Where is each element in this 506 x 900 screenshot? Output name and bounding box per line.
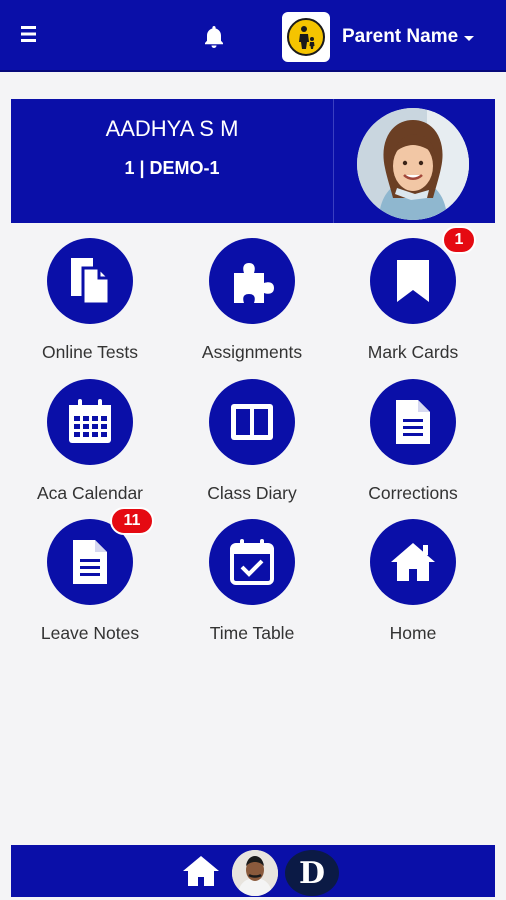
tile-online-tests[interactable]: Online Tests — [20, 238, 160, 378]
tile-mark-cards[interactable]: Mark Cards — [343, 238, 483, 378]
puzzle-icon — [209, 238, 295, 324]
chevron-down-icon — [464, 35, 475, 41]
student-name: AADHYA S M — [105, 116, 239, 141]
tile-assignments[interactable]: Assignments — [182, 238, 322, 378]
tile-aca-calendar[interactable]: Aca Calendar — [20, 379, 160, 519]
tile-label: Aca Calendar — [36, 483, 144, 503]
file-text-icon — [370, 379, 456, 465]
brand-logo[interactable]: D — [285, 850, 339, 896]
bookmark-icon — [370, 238, 456, 324]
tile-label: Corrections — [368, 483, 458, 503]
divider — [333, 99, 334, 223]
tile-label: Leave Notes — [40, 623, 140, 643]
calendar-check-icon — [209, 519, 295, 605]
bell-icon[interactable] — [202, 24, 226, 50]
home-icon[interactable] — [181, 854, 221, 888]
tile-label: Home — [389, 623, 437, 643]
tile-label: Online Tests — [42, 342, 138, 362]
tile-home[interactable]: Home — [343, 519, 483, 659]
notification-badge: 1 — [442, 226, 476, 254]
tile-label: Class Diary — [207, 483, 297, 503]
tile-class-diary[interactable]: Class Diary — [182, 379, 322, 519]
notification-badge: 11 — [110, 507, 154, 535]
tile-time-table[interactable]: Time Table — [182, 519, 322, 659]
tile-corrections[interactable]: Corrections — [343, 379, 483, 519]
user-avatar[interactable] — [232, 850, 278, 896]
tile-leave-notes[interactable]: Leave Notes — [20, 519, 160, 659]
calendar-icon — [47, 379, 133, 465]
book-columns-icon — [209, 379, 295, 465]
tile-label: Mark Cards — [367, 342, 459, 362]
parent-name-dropdown[interactable]: Parent Name — [342, 26, 475, 48]
parent-name-label: Parent Name — [342, 26, 459, 47]
school-logo — [282, 12, 330, 62]
student-class-section: 1 | DEMO-1 — [124, 158, 220, 178]
tile-label: Assignments — [201, 342, 303, 362]
student-photo[interactable] — [357, 108, 469, 220]
tile-label: Time Table — [209, 623, 295, 643]
home-icon — [370, 519, 456, 605]
hamburger-menu-icon[interactable] — [18, 22, 42, 46]
document-copy-icon — [47, 238, 133, 324]
school-logo-icon — [287, 18, 325, 56]
